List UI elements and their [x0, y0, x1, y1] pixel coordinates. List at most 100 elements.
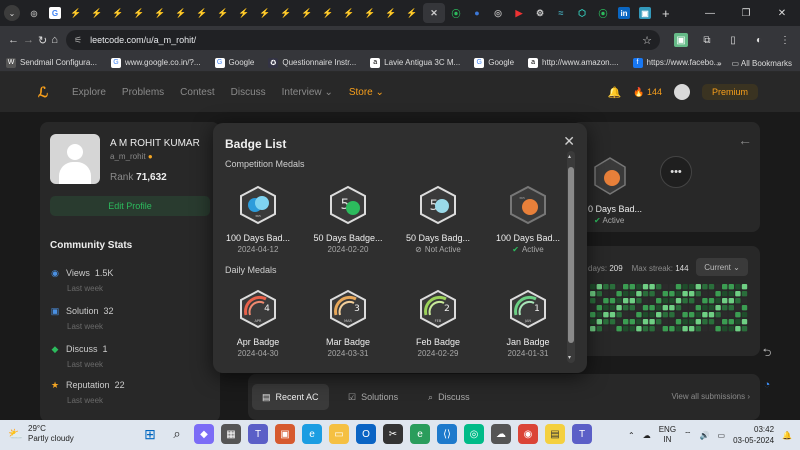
file-explorer-icon[interactable]: ▭	[329, 424, 349, 444]
snipping-icon[interactable]: ✂	[383, 424, 403, 444]
tab[interactable]: ⚡	[402, 3, 422, 23]
avatar[interactable]	[673, 84, 690, 100]
badge-daily-1[interactable]: 4 APR Apr Badge 2024-04-30	[213, 289, 303, 358]
photos-icon[interactable]: ▣	[275, 424, 295, 444]
rotate-icon[interactable]: ⮌	[756, 342, 778, 364]
bell-icon[interactable]: 🔔	[608, 86, 622, 99]
tab-search-icon[interactable]: ⌄	[4, 5, 20, 21]
edge-dev-icon[interactable]: e	[410, 424, 430, 444]
arrow-left-icon[interactable]: ←	[738, 132, 752, 148]
app-icon[interactable]: ◎	[464, 424, 484, 444]
bookmark[interactable]: f https://www.facebo...	[632, 57, 720, 68]
edit-profile-button[interactable]: Edit Profile	[50, 196, 210, 216]
tab[interactable]: ⦿	[446, 3, 466, 23]
tab-solutions[interactable]: ☑ Solutions	[338, 384, 408, 410]
badge-competition-1[interactable]: 365 100 Days Bad... 2024-04-12	[213, 185, 303, 254]
notification-icon[interactable]: 🔔	[782, 431, 792, 440]
tab[interactable]: ⚡	[297, 3, 317, 23]
clock[interactable]: 03:42 03-05-2024	[733, 424, 774, 446]
search-icon[interactable]: ⌕	[167, 424, 187, 444]
address-bar[interactable]: ⚟ leetcode.com/u/a_m_rohit/ ☆	[66, 30, 660, 50]
tab[interactable]: ⚡	[276, 3, 296, 23]
new-tab-icon[interactable]: +	[662, 6, 670, 21]
tab[interactable]: ⚡	[339, 3, 359, 23]
badge-daily-4[interactable]: 1 JAN Jan Badge 2024-01-31	[483, 289, 573, 358]
edge-icon[interactable]: e	[302, 424, 322, 444]
more-bookmarks-icon[interactable]: »	[717, 59, 721, 68]
nav-problems[interactable]: Problems	[122, 87, 164, 98]
badge-competition-3[interactable]: 5 50 Days Badg... ⊘ Not Active	[393, 185, 483, 254]
bookmark[interactable]: ✪ Questionnaire Instr...	[268, 57, 356, 68]
tab[interactable]: ⚡	[171, 3, 191, 23]
cloud-icon[interactable]: ☁	[643, 431, 651, 440]
premium-button[interactable]: Premium	[701, 84, 758, 100]
sticky-notes-icon[interactable]: ▤	[545, 424, 565, 444]
bookmark[interactable]: W Sendmail Configura...	[6, 57, 97, 68]
tab[interactable]: ⚡	[150, 3, 170, 23]
tab[interactable]: ⚡	[234, 3, 254, 23]
nav-discuss[interactable]: Discuss	[231, 87, 266, 98]
battery-icon[interactable]: ▭	[718, 431, 726, 440]
tab[interactable]: ⚡	[108, 3, 128, 23]
tab[interactable]: ⚙	[530, 3, 550, 23]
menu-kebab-icon[interactable]: ⋮	[778, 33, 792, 47]
leetcode-logo-icon[interactable]: ℒ	[38, 84, 52, 100]
back-icon[interactable]: ←	[8, 30, 19, 50]
tab-recent-ac[interactable]: ▤ Recent AC	[252, 384, 329, 410]
badge-competition-2[interactable]: 5 50 Days Badge... 2024-02-20	[303, 185, 393, 254]
extension-icon[interactable]: ▣	[674, 33, 688, 47]
tab[interactable]: ⚡	[87, 3, 107, 23]
tab[interactable]: ≈	[551, 3, 571, 23]
more-badges-button[interactable]: •••	[660, 156, 692, 188]
modal-scrollbar[interactable]: ▴ ▾	[567, 151, 575, 363]
chrome-icon[interactable]: ◉	[518, 424, 538, 444]
bookmark[interactable]: G Google	[474, 57, 514, 68]
bookmark-star-icon[interactable]: ☆	[642, 34, 652, 47]
tab[interactable]: ⚡	[129, 3, 149, 23]
tab[interactable]: in	[614, 3, 634, 23]
app-icon[interactable]: ☁	[491, 424, 511, 444]
scroll-down-icon[interactable]: ▾	[568, 354, 571, 361]
teams-icon[interactable]: T	[248, 424, 268, 444]
all-bookmarks[interactable]: ▭ All Bookmarks	[732, 59, 792, 68]
chevron-up-icon[interactable]: ⌃	[628, 431, 635, 440]
current-select[interactable]: Current ⌄	[696, 258, 748, 276]
bookmark[interactable]: G Google	[214, 57, 254, 68]
tab[interactable]: ⬡	[572, 3, 592, 23]
weather-widget[interactable]: ⛅ 29°C Partly cloudy	[8, 424, 74, 444]
profile-avatar-icon[interactable]: ◐	[752, 33, 766, 47]
sidepanel-icon[interactable]: ▯	[726, 33, 740, 47]
tab[interactable]: ◎	[24, 3, 44, 23]
tab[interactable]: ◎	[488, 3, 508, 23]
tab-discuss[interactable]: ⌕ Discuss	[418, 384, 480, 410]
vscode-icon[interactable]: ⟨⟩	[437, 424, 457, 444]
tab[interactable]: ⚡	[192, 3, 212, 23]
streak-counter[interactable]: 🔥 144	[633, 87, 662, 98]
tab[interactable]: ⚡	[213, 3, 233, 23]
language-indicator[interactable]: ENG IN	[659, 425, 676, 445]
bookmark[interactable]: a Lavie Antigua 3C M...	[370, 57, 460, 68]
bookmark[interactable]: Gwww.google.co.in/?...	[110, 57, 201, 68]
nav-interview[interactable]: Interview ⌄	[282, 87, 333, 98]
tab[interactable]: ⚡	[360, 3, 380, 23]
tab[interactable]: ▣	[635, 3, 655, 23]
wifi-icon[interactable]: ⌔	[684, 430, 692, 440]
tab[interactable]: ⦿	[593, 3, 613, 23]
badge-daily-2[interactable]: 3 MAR Mar Badge 2024-03-31	[303, 289, 393, 358]
badge-daily-3[interactable]: 2 FEB Feb Badge 2024-02-29	[393, 289, 483, 358]
reload-icon[interactable]: ↻	[38, 30, 47, 50]
maximize-icon[interactable]: ❐	[728, 0, 764, 26]
task-view-icon[interactable]: ▦	[221, 424, 241, 444]
nav-contest[interactable]: Contest	[180, 87, 214, 98]
teams-icon[interactable]: T	[572, 424, 592, 444]
close-window-icon[interactable]: ✕	[764, 0, 800, 26]
tab[interactable]: G	[45, 3, 65, 23]
view-all-submissions-link[interactable]: View all submissions ›	[671, 392, 750, 401]
scroll-up-icon[interactable]: ▴	[568, 153, 571, 160]
tab[interactable]: ⚡	[66, 3, 86, 23]
outlook-icon[interactable]: O	[356, 424, 376, 444]
tab[interactable]: ⚡	[255, 3, 275, 23]
tab[interactable]: ⚡	[381, 3, 401, 23]
tab[interactable]: ▶	[509, 3, 529, 23]
close-icon[interactable]: ✕	[563, 133, 575, 150]
